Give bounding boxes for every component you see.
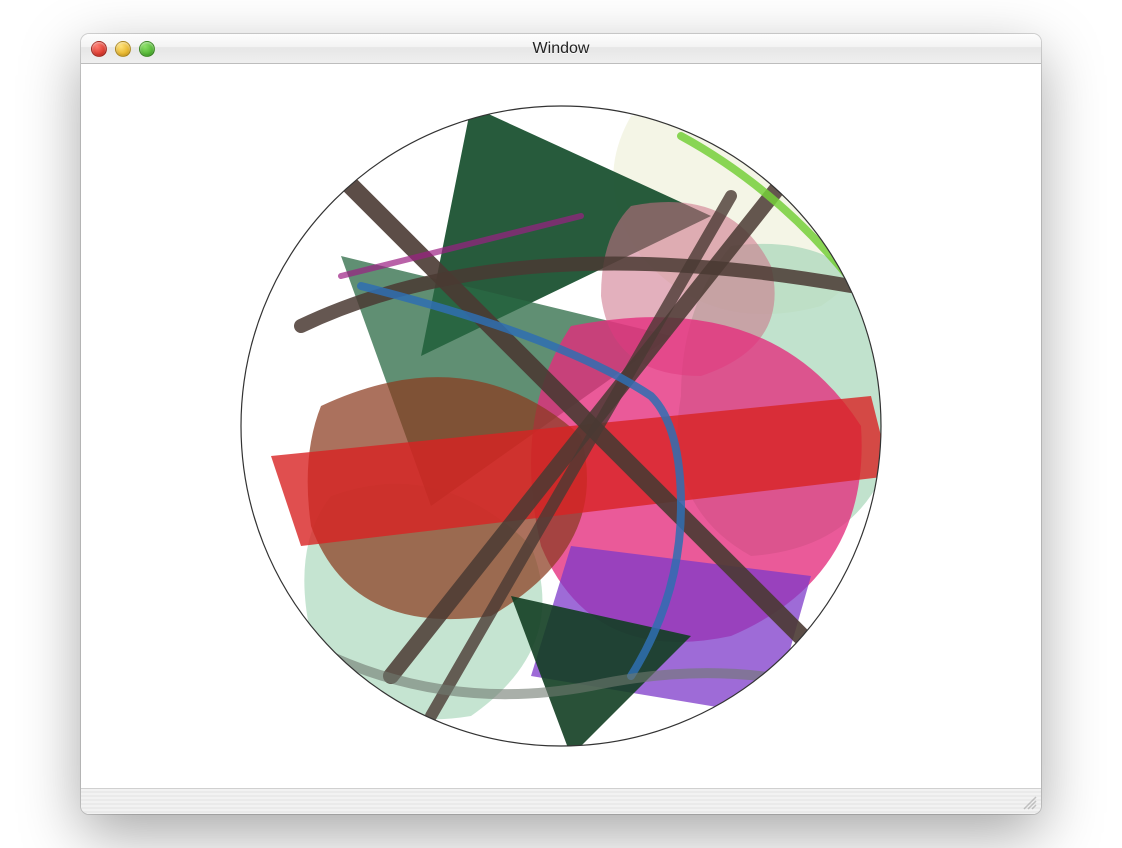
drawing-canvas xyxy=(211,76,911,776)
window-title: Window xyxy=(533,40,590,58)
titlebar[interactable]: Window xyxy=(81,34,1041,64)
close-button[interactable] xyxy=(91,41,107,57)
status-bar xyxy=(81,788,1041,814)
resize-grip-icon[interactable] xyxy=(1021,794,1037,810)
app-window: Window xyxy=(81,34,1041,814)
traffic-lights xyxy=(91,41,155,57)
content-area xyxy=(81,64,1041,788)
zoom-button[interactable] xyxy=(139,41,155,57)
minimize-button[interactable] xyxy=(115,41,131,57)
